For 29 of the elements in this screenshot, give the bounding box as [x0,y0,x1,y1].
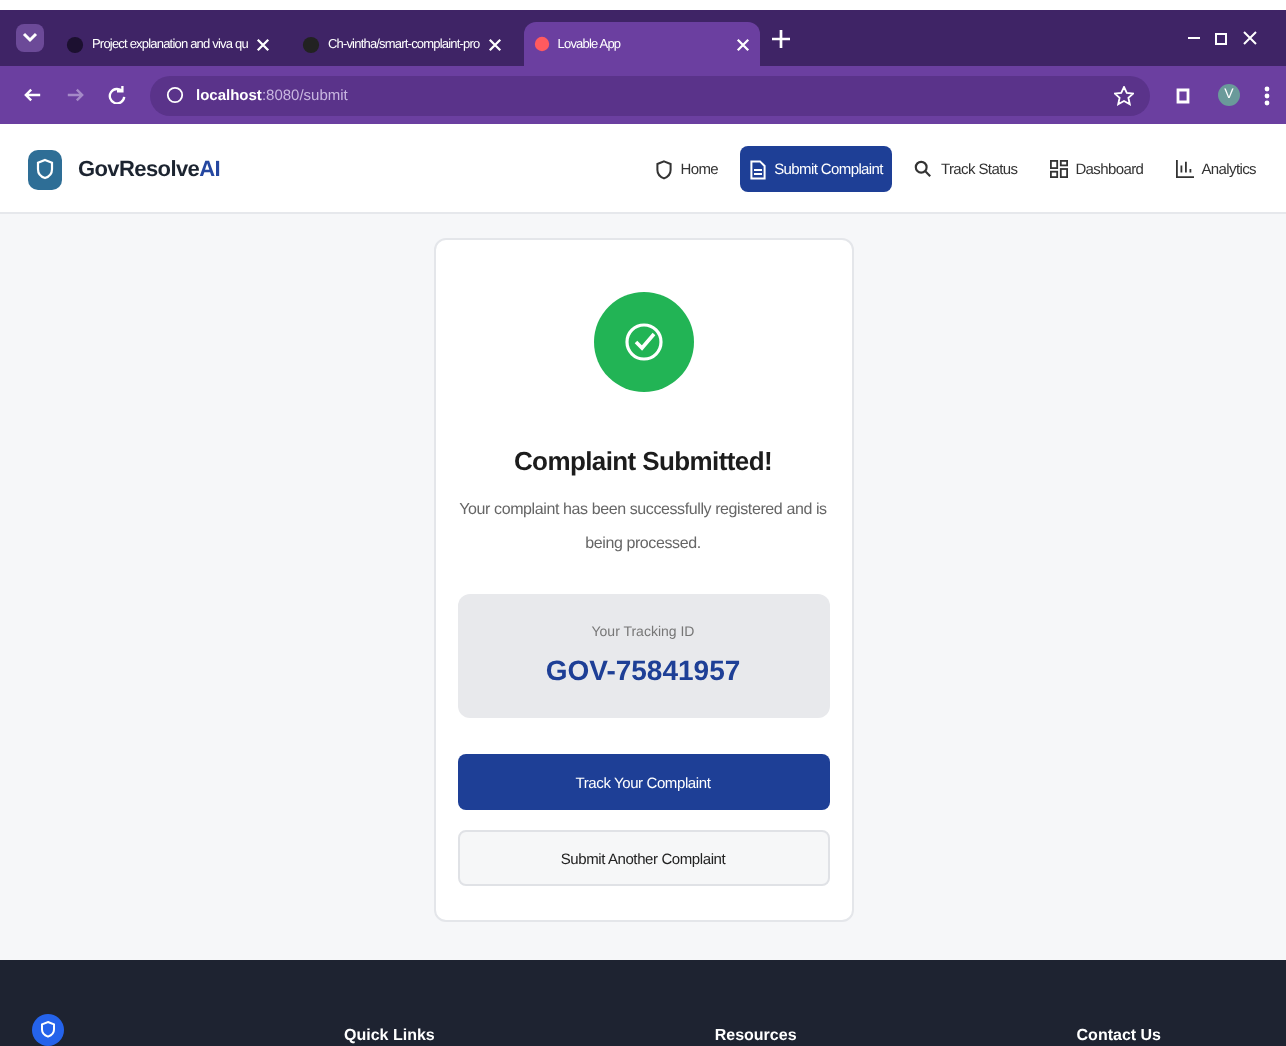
restore-icon[interactable] [1214,30,1230,46]
info-icon [166,86,184,104]
shield-logo-icon [28,149,62,189]
new-tab-icon[interactable] [771,29,790,47]
chevron-down-icon [22,32,38,44]
footer-heading: Quick Links [344,1024,435,1046]
back-icon[interactable] [24,86,42,104]
more-icon[interactable] [1264,85,1270,105]
shield-logo-icon [32,1014,64,1046]
bar-chart-icon [1175,160,1194,178]
close-icon[interactable] [1242,30,1258,46]
brand-name: GovResolveAI [78,157,220,181]
close-icon[interactable] [487,37,502,51]
close-icon[interactable] [255,37,270,51]
star-icon[interactable] [1114,85,1134,105]
search-icon [914,160,933,178]
reload-icon[interactable] [108,86,126,104]
document-icon [750,159,767,179]
success-title: Complaint Submitted! [513,446,773,476]
forward-icon[interactable] [66,86,84,104]
footer-heading: Contact Us [1076,1024,1162,1046]
grid-icon [1049,160,1068,178]
footer-heading: Resources [714,1024,797,1046]
success-check-icon [593,292,693,392]
close-icon[interactable] [735,37,750,51]
success-message: Your complaint has been successfully registered and is being processed. [459,498,827,556]
shield-icon [656,159,673,179]
tracking-id: GOV-75841957 [545,654,741,686]
tab-search-button[interactable] [16,24,44,52]
